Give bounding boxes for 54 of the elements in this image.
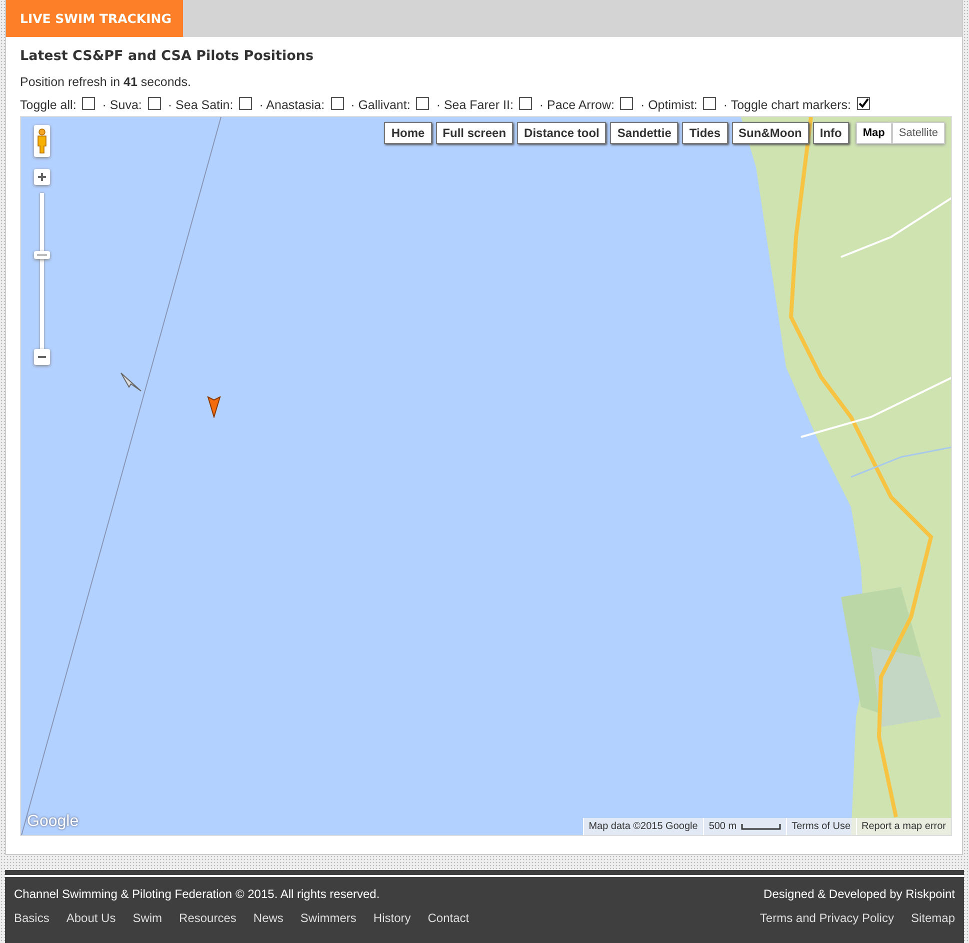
- arrow-marker-icon[interactable]: [120, 372, 142, 392]
- footer-link[interactable]: Contact: [428, 911, 470, 925]
- toggle-label: · Suva:: [102, 98, 142, 112]
- refresh-text: Position refresh in 41 seconds.: [20, 75, 192, 89]
- map-tool-button[interactable]: Home: [384, 122, 432, 144]
- map-attribution: Map data ©2015 Google: [582, 818, 703, 835]
- footer-link[interactable]: History: [373, 911, 411, 925]
- page-title: Latest CS&PF and CSA Pilots Positions: [20, 48, 315, 64]
- toggle-label: · Sea Satin:: [168, 98, 234, 112]
- credit-text: Designed & Developed by Riskpoint: [764, 887, 955, 901]
- checkbox[interactable]: [519, 97, 532, 110]
- footer-link[interactable]: Resources: [179, 911, 236, 925]
- map-type-button[interactable]: Satellite: [892, 122, 945, 144]
- toggle-label: · Pace Arrow:: [539, 98, 614, 112]
- zoom-slider-handle[interactable]: [34, 251, 50, 259]
- map-tool-button[interactable]: Info: [812, 122, 849, 144]
- footer-link[interactable]: Swim: [132, 911, 162, 925]
- checkbox[interactable]: [620, 97, 634, 110]
- footer-link[interactable]: News: [253, 911, 284, 925]
- zoom-out-button[interactable]: [34, 349, 50, 365]
- map-scale: 500 m: [702, 818, 786, 835]
- copyright-text: Channel Swimming & Piloting Federation © 2015. All rights reserved.: [14, 887, 380, 901]
- map-tool-button[interactable]: Sun&Moon: [732, 122, 809, 144]
- toggle-label: · Toggle chart markers:: [723, 98, 852, 112]
- footer-link[interactable]: Sitemap: [910, 911, 955, 925]
- toggle-label: · Optimist:: [640, 98, 698, 112]
- map-tool-button[interactable]: Full screen: [436, 122, 514, 144]
- toggle-label: · Gallivant:: [350, 98, 410, 112]
- checkbox[interactable]: [416, 97, 430, 110]
- footer-link[interactable]: Basics: [14, 911, 50, 925]
- footer-link[interactable]: Swimmers: [300, 911, 356, 925]
- map-tool-button[interactable]: Distance tool: [517, 122, 606, 144]
- scale-bar-icon: [740, 824, 781, 830]
- checkbox[interactable]: [857, 97, 870, 110]
- toggle-label: · Sea Farer II:: [436, 98, 514, 112]
- checkbox[interactable]: [239, 97, 252, 110]
- terms-link[interactable]: Terms of Use: [786, 818, 856, 835]
- footer-link[interactable]: Terms and Privacy Policy: [760, 911, 894, 925]
- checkbox[interactable]: [703, 97, 716, 110]
- zoom-in-button[interactable]: [34, 169, 50, 185]
- report-link[interactable]: Report a map error: [856, 818, 951, 835]
- checkbox[interactable]: [148, 97, 161, 110]
- plus-icon: [37, 172, 47, 182]
- map-logo: Google: [27, 813, 79, 831]
- toggle-label: Toggle all:: [20, 98, 76, 112]
- map-type-button[interactable]: Map: [856, 122, 892, 144]
- footer-link[interactable]: About Us: [66, 911, 116, 925]
- pegman-icon[interactable]: [34, 125, 50, 157]
- map-tool-button[interactable]: Tides: [682, 122, 728, 144]
- arrow-marker-icon[interactable]: [207, 396, 221, 418]
- checkbox[interactable]: [330, 97, 344, 110]
- checkbox[interactable]: [82, 97, 96, 110]
- toggle-label: · Anastasia:: [259, 98, 325, 112]
- map-tool-button[interactable]: Sandettie: [610, 122, 678, 144]
